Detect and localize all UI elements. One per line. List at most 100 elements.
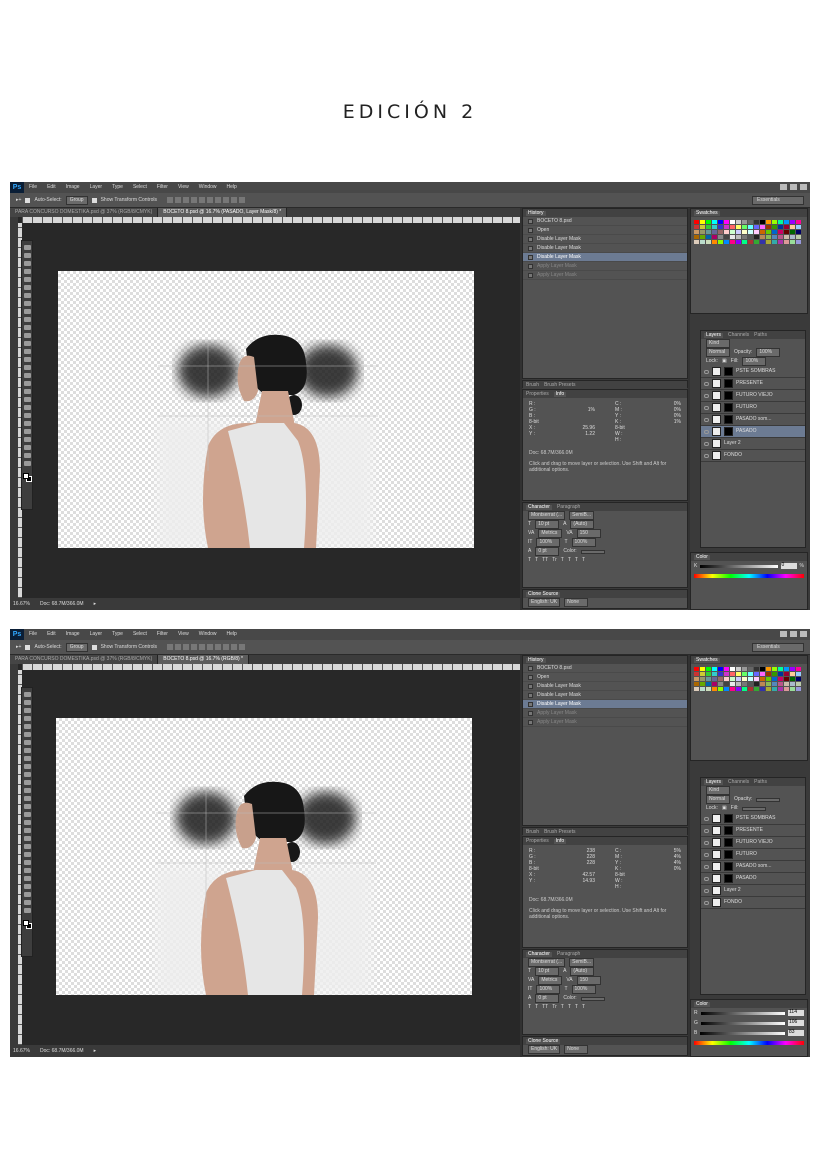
swatch[interactable] xyxy=(712,230,717,234)
tab-swatches[interactable]: Swatches xyxy=(694,657,720,663)
swatch[interactable] xyxy=(742,672,747,676)
swatch[interactable] xyxy=(784,667,789,671)
align-icon[interactable] xyxy=(191,644,198,650)
history-item[interactable]: Disable Layer Mask xyxy=(523,700,687,709)
layer-row[interactable]: PSTE SOMBRAS xyxy=(701,366,805,378)
swatch[interactable] xyxy=(730,220,735,224)
tab-document[interactable]: BOCETO 8.psd @ 16.7% (RGB/8) * xyxy=(158,655,249,664)
text-color-swatch[interactable] xyxy=(580,996,605,1001)
swatch[interactable] xyxy=(796,687,801,691)
visibility-eye-icon[interactable] xyxy=(704,369,709,374)
swatch[interactable] xyxy=(736,667,741,671)
tab-paths[interactable]: Paths xyxy=(754,332,767,338)
layer-row[interactable]: FUTURO VIEJO xyxy=(701,390,805,402)
type-style-icon[interactable]: T xyxy=(568,558,571,563)
swatch[interactable] xyxy=(784,235,789,239)
tool-icon[interactable] xyxy=(23,716,31,721)
swatch[interactable] xyxy=(772,225,777,229)
swatch[interactable] xyxy=(736,672,741,676)
swatch[interactable] xyxy=(700,225,705,229)
auto-select-dropdown[interactable]: Group xyxy=(65,642,88,652)
tool-icon[interactable] xyxy=(23,413,31,418)
swatch[interactable] xyxy=(748,677,753,681)
swatch[interactable] xyxy=(718,672,723,676)
swatch[interactable] xyxy=(760,240,765,244)
font-size-field[interactable]: 10 pt xyxy=(535,967,560,976)
foreground-color-swatch[interactable] xyxy=(22,920,29,926)
tool-icon[interactable] xyxy=(23,437,31,442)
menu-edit[interactable]: Edit xyxy=(42,632,61,637)
history-item[interactable]: BOCETO 8.psd xyxy=(523,664,687,673)
tool-icon[interactable] xyxy=(23,405,31,410)
tool-icon[interactable] xyxy=(23,317,31,322)
menu-select[interactable]: Select xyxy=(128,632,152,637)
tab-properties[interactable]: Properties xyxy=(526,391,549,397)
kerning-field[interactable]: Metrics xyxy=(538,976,563,985)
tool-icon[interactable] xyxy=(23,341,31,346)
swatch[interactable] xyxy=(724,672,729,676)
tool-icon[interactable] xyxy=(23,397,31,402)
swatch[interactable] xyxy=(706,687,711,691)
swatch[interactable] xyxy=(760,220,765,224)
layer-row[interactable]: FONDO xyxy=(701,897,805,909)
swatch[interactable] xyxy=(694,230,699,234)
color-spectrum[interactable] xyxy=(694,1041,804,1045)
swatch[interactable] xyxy=(712,682,717,686)
swatch[interactable] xyxy=(754,667,759,671)
swatch[interactable] xyxy=(706,230,711,234)
layer-mask-thumbnail[interactable] xyxy=(724,874,733,883)
history-item[interactable]: Open xyxy=(523,226,687,235)
swatch[interactable] xyxy=(736,230,741,234)
swatch[interactable] xyxy=(742,682,747,686)
swatch[interactable] xyxy=(760,225,765,229)
swatch[interactable] xyxy=(694,682,699,686)
swatch[interactable] xyxy=(724,677,729,681)
swatch[interactable] xyxy=(754,687,759,691)
swatch[interactable] xyxy=(694,235,699,239)
move-tool-icon[interactable]: ▸+ xyxy=(16,644,21,650)
menu-help[interactable]: Help xyxy=(222,185,242,190)
visibility-eye-icon[interactable] xyxy=(704,405,709,410)
align-icon[interactable] xyxy=(239,644,246,650)
tab-paragraph[interactable]: Paragraph xyxy=(557,951,580,957)
tool-icon[interactable] xyxy=(23,868,31,873)
swatch[interactable] xyxy=(718,682,723,686)
font-family-dropdown[interactable]: Montserrat (... xyxy=(528,511,566,520)
align-icon[interactable] xyxy=(183,197,190,203)
align-icon[interactable] xyxy=(183,644,190,650)
swatch[interactable] xyxy=(742,677,747,681)
anti-alias-dropdown[interactable]: None xyxy=(564,1045,589,1054)
menu-help[interactable]: Help xyxy=(222,632,242,637)
swatch[interactable] xyxy=(694,225,699,229)
color-slider[interactable] xyxy=(700,564,778,568)
tab-color[interactable]: Color xyxy=(694,1001,710,1007)
align-icon[interactable] xyxy=(199,197,206,203)
swatch[interactable] xyxy=(790,682,795,686)
tool-icon[interactable] xyxy=(23,828,31,833)
tool-icon[interactable] xyxy=(23,788,31,793)
tool-icon[interactable] xyxy=(23,892,31,897)
align-icon[interactable] xyxy=(167,644,174,650)
align-icon[interactable] xyxy=(223,644,230,650)
layer-mask-thumbnail[interactable] xyxy=(724,862,733,871)
swatch[interactable] xyxy=(718,677,723,681)
swatch[interactable] xyxy=(754,235,759,239)
filter-kind-dropdown[interactable]: Kind xyxy=(706,339,730,348)
layer-mask-thumbnail[interactable] xyxy=(724,850,733,859)
swatch[interactable] xyxy=(790,235,795,239)
color-swatches[interactable] xyxy=(22,473,32,482)
swatch[interactable] xyxy=(718,230,723,234)
swatch[interactable] xyxy=(772,672,777,676)
type-style-icon[interactable]: T xyxy=(575,1005,578,1010)
swatch[interactable] xyxy=(760,672,765,676)
tab-document[interactable]: PARA CONCURSO DOMESTIKA.psd @ 37% (RGB/8… xyxy=(10,208,159,217)
swatch[interactable] xyxy=(748,672,753,676)
tool-icon[interactable] xyxy=(23,301,31,306)
visibility-eye-icon[interactable] xyxy=(704,864,709,869)
swatch[interactable] xyxy=(778,235,783,239)
tab-brush[interactable]: Brush xyxy=(526,829,539,835)
tab-brush[interactable]: Brush xyxy=(526,382,539,388)
swatch[interactable] xyxy=(778,225,783,229)
visibility-eye-icon[interactable] xyxy=(704,828,709,833)
tool-icon[interactable] xyxy=(23,908,31,913)
